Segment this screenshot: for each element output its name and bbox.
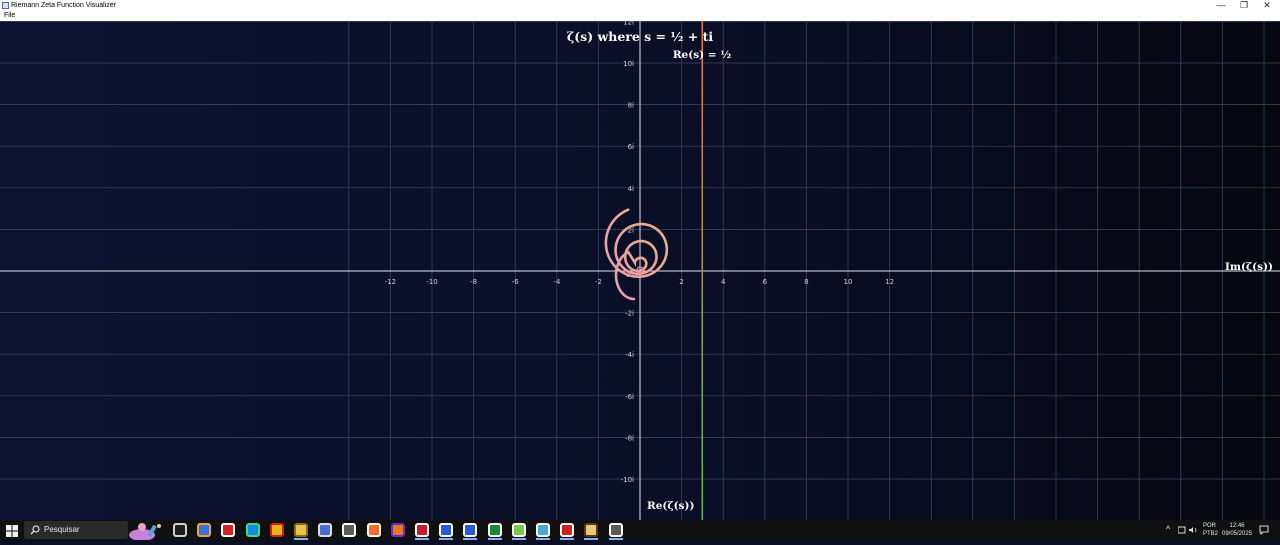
clock-time: 12:46	[1229, 523, 1245, 529]
search-highlight-widget[interactable]	[128, 520, 168, 541]
taskbar-app-file-explorer-icon[interactable]	[294, 523, 308, 537]
taskbar-app-calculator-icon[interactable]	[608, 523, 623, 537]
search-placeholder: Pesquisar	[44, 525, 80, 534]
taskbar-app-pen-tool-icon[interactable]	[584, 523, 599, 537]
keyboard-layout: PTB2	[1203, 531, 1219, 537]
x-tick-label: 8	[804, 278, 808, 286]
search-icon	[30, 525, 40, 535]
x-tick-label: -4	[553, 278, 561, 286]
horizontal-axis-label: Im(ζ(s))	[1225, 261, 1273, 273]
tray-chevron-icon[interactable]: ^	[1166, 525, 1170, 534]
y-tick-label: 10i	[623, 60, 634, 68]
y-tick-label: -10i	[621, 476, 634, 484]
language-code: POR	[1203, 523, 1217, 529]
start-button[interactable]	[6, 524, 18, 537]
taskbar-app-chrome-icon[interactable]	[269, 523, 284, 537]
x-tick-label: 6	[763, 278, 768, 286]
tray-clock[interactable]: 12:46 09/05/2025	[1220, 522, 1254, 538]
search-highlight-icon	[129, 523, 161, 541]
window-title: Riemann Zeta Function Visualizer	[11, 2, 116, 9]
minimize-button[interactable]: —	[1210, 0, 1232, 11]
taskbar-search[interactable]: Pesquisar	[24, 521, 128, 539]
tray-language[interactable]: POR PTB2	[1203, 522, 1218, 538]
x-tick-label: -2	[595, 278, 602, 286]
taskbar-app-task-view-icon[interactable]	[173, 523, 187, 537]
y-tick-label: 8i	[628, 102, 634, 110]
vertical-axis-label: Re(ζ(s))	[647, 500, 694, 512]
y-tick-label: -8i	[625, 434, 634, 442]
critical-line	[701, 21, 703, 520]
x-tick-label: 2	[679, 278, 683, 286]
restore-button[interactable]: ❐	[1233, 0, 1255, 11]
taskbar-app-word-icon[interactable]	[463, 523, 478, 537]
critical-line-label: Re(s) = ½	[673, 49, 731, 61]
menu-file[interactable]: File	[4, 11, 15, 21]
taskbar-app-opera-icon[interactable]	[221, 523, 236, 537]
x-tick-label: 10	[844, 278, 853, 286]
clock-date: 09/05/2025	[1221, 531, 1253, 537]
taskbar-app-ruby-icon[interactable]	[415, 523, 429, 537]
close-button[interactable]: ✕	[1256, 0, 1278, 11]
taskbar-app-notepad-icon[interactable]	[536, 523, 550, 537]
windows-icon	[6, 525, 18, 537]
taskbar: Pesquisar ^ POR PTB2 12:46 09/05/2025	[0, 520, 1280, 541]
x-tick-label: -8	[470, 278, 477, 286]
taskbar-app-notepad--icon[interactable]	[511, 523, 526, 537]
network-icon	[1178, 526, 1186, 534]
y-tick-label: 6i	[628, 143, 634, 151]
x-tick-label: 12	[885, 278, 894, 286]
x-tick-label: -12	[385, 278, 396, 286]
taskbar-app-chrome-alt--icon[interactable]	[342, 523, 357, 537]
x-tick-label: -6	[512, 278, 520, 286]
plot-svg: -12 -10 -8 -6 -4 -202 4 6 8 10 12 12i10i8i6i4i2i-2…	[0, 21, 1280, 520]
menu-bar: File	[0, 11, 1280, 21]
y-tick-label: -2i	[625, 310, 634, 318]
taskbar-app-edge-icon[interactable]	[245, 523, 260, 537]
volume-icon	[1189, 527, 1193, 533]
x-tick-label: -10	[426, 278, 437, 286]
y-tick-label: -4i	[625, 351, 634, 359]
plot-title: ζ(s) where s = ½ + ti	[567, 29, 714, 44]
taskbar-app-excel-icon[interactable]	[487, 523, 502, 537]
title-bar: Riemann Zeta Function Visualizer — ❐ ✕	[0, 0, 1280, 11]
notification-icon[interactable]	[1259, 525, 1269, 535]
x-tick-label: 4	[721, 278, 726, 286]
taskbar-app-acrobat-icon[interactable]	[560, 523, 575, 537]
app-icon	[2, 2, 9, 9]
taskbar-app-azure-data-studio-icon[interactable]	[439, 523, 454, 537]
y-tick-label: 12i	[623, 21, 634, 26]
y-tick-label: 4i	[628, 185, 634, 193]
y-tick-label: -6i	[625, 393, 634, 401]
taskbar-app-copilot-icon[interactable]	[197, 523, 212, 537]
plot-canvas[interactable]: -12 -10 -8 -6 -4 -2 0 2 4 6 8 10 12 12i 10i 8i 6i 4i 2i -2…	[0, 21, 1280, 520]
taskbar-app-firefox-icon[interactable]	[390, 523, 405, 537]
taskbar-app-chromium-icon[interactable]	[318, 523, 333, 537]
zeta-curve	[604, 208, 669, 301]
taskbar-app-brave-icon[interactable]	[366, 523, 381, 537]
